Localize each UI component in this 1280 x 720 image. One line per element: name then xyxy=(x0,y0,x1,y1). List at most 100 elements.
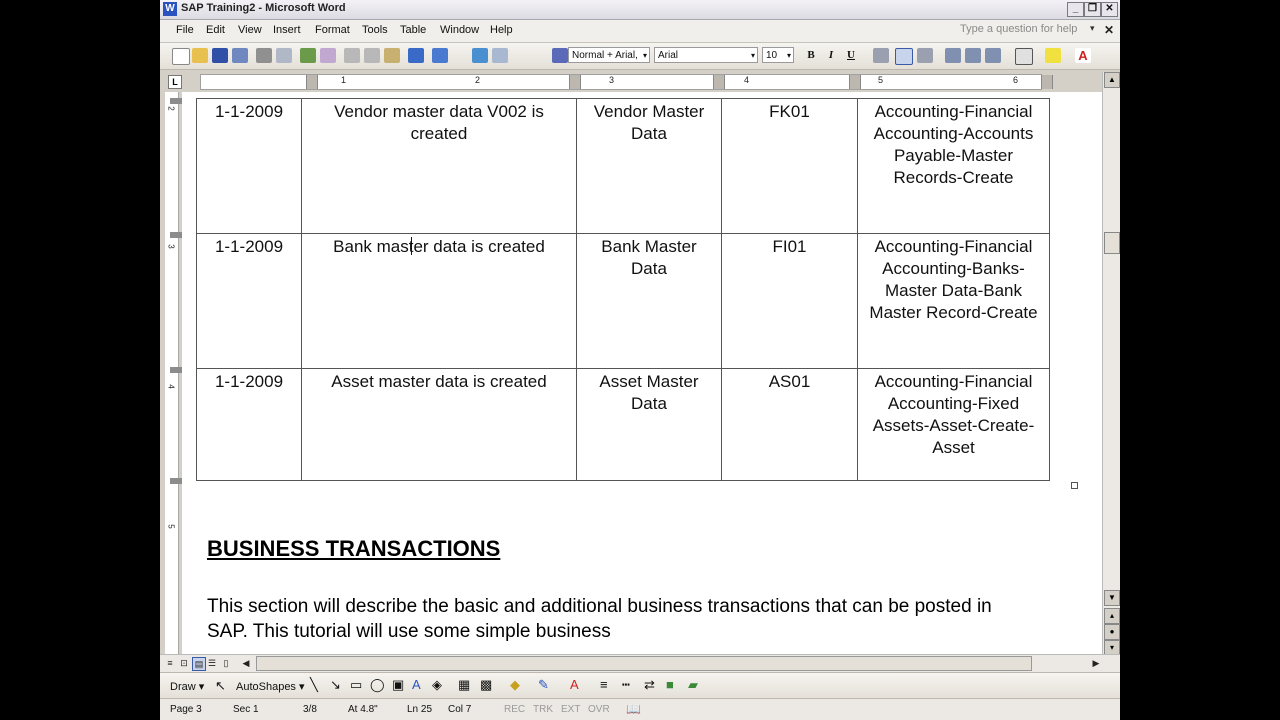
spelling-status-icon[interactable]: 📖 xyxy=(626,702,641,716)
paste-icon[interactable] xyxy=(384,48,400,63)
close-window-button[interactable]: ✕ xyxy=(1101,2,1118,17)
help-search-box[interactable]: Type a question for help ▾ xyxy=(960,23,1100,38)
print-icon[interactable] xyxy=(256,48,272,63)
print-layout-icon[interactable]: ▤ xyxy=(192,657,206,671)
description-cell[interactable]: Asset master data is created xyxy=(301,368,577,481)
outline-view-icon[interactable]: ☰ xyxy=(206,657,218,669)
decrease-indent-icon[interactable] xyxy=(985,48,1001,63)
scroll-down-icon[interactable]: ▼ xyxy=(1104,590,1120,606)
date-cell[interactable]: 1-1-2009 xyxy=(196,368,302,481)
close-document-icon[interactable]: ✕ xyxy=(1104,23,1114,37)
menu-format[interactable]: Format xyxy=(315,24,350,36)
minimize-button[interactable]: _ xyxy=(1067,2,1084,17)
chevron-down-icon[interactable]: ▾ xyxy=(1090,23,1095,34)
line-style-icon[interactable]: ≡ xyxy=(600,677,608,692)
font-color-icon[interactable]: A xyxy=(1075,48,1091,63)
bullets-icon[interactable] xyxy=(965,48,981,63)
font-size-select[interactable]: 10 ▾ xyxy=(762,47,794,63)
web-layout-icon[interactable]: ⊡ xyxy=(178,657,190,669)
styles-icon[interactable] xyxy=(552,48,568,63)
vertical-scrollbar[interactable]: ▲ ▼ ▴ ● ▾ xyxy=(1102,72,1120,656)
reading-layout-icon[interactable]: ▯ xyxy=(220,657,232,669)
save-icon[interactable] xyxy=(212,48,228,63)
draw-menu[interactable]: Draw ▾ xyxy=(170,680,204,693)
description-cell[interactable]: Bank master data is created xyxy=(301,233,577,369)
menu-path-cell[interactable]: Accounting-Financial Accounting-Accounts… xyxy=(857,98,1050,234)
arrow-icon[interactable]: ↘ xyxy=(330,677,341,693)
date-cell[interactable]: 1-1-2009 xyxy=(196,233,302,369)
undo-icon[interactable] xyxy=(432,48,448,63)
new-document-icon[interactable] xyxy=(172,48,190,65)
status-ovr[interactable]: OVR xyxy=(588,704,610,715)
column-marker[interactable] xyxy=(849,75,861,89)
highlight-icon[interactable] xyxy=(1045,48,1061,63)
menu-path-cell[interactable]: Accounting-Financial Accounting-Fixed As… xyxy=(857,368,1050,481)
normal-view-icon[interactable]: ≡ xyxy=(164,657,176,669)
tables-borders-icon[interactable] xyxy=(492,48,508,63)
3d-icon[interactable]: ▰ xyxy=(688,677,698,693)
italic-button[interactable]: I xyxy=(823,48,839,63)
vertical-ruler[interactable]: 2 3 4 5 xyxy=(160,92,183,654)
print-preview-icon[interactable] xyxy=(276,48,292,63)
style-select[interactable]: Normal + Arial, ▾ xyxy=(568,47,650,63)
align-left-icon[interactable] xyxy=(873,48,889,63)
master-data-cell[interactable]: Vendor Master Data xyxy=(576,98,722,234)
menu-view[interactable]: View xyxy=(238,24,262,36)
border-icon[interactable] xyxy=(1015,48,1033,65)
shadow-icon[interactable]: ■ xyxy=(666,677,674,692)
status-ext[interactable]: EXT xyxy=(561,704,580,715)
menu-help[interactable]: Help xyxy=(490,24,513,36)
picture-icon[interactable]: ▩ xyxy=(480,677,492,693)
tcode-cell[interactable]: AS01 xyxy=(721,368,858,481)
cut-icon[interactable] xyxy=(344,48,360,63)
horizontal-scrollbar[interactable]: ≡ ⊡ ▤ ☰ ▯ ◀ ▶ xyxy=(160,654,1120,672)
copy-icon[interactable] xyxy=(364,48,380,63)
diagram-icon[interactable]: ◈ xyxy=(432,677,442,693)
column-marker[interactable] xyxy=(713,75,725,89)
word-app-icon[interactable]: W xyxy=(163,2,177,16)
research-icon[interactable] xyxy=(320,48,336,63)
format-painter-icon[interactable] xyxy=(408,48,424,63)
tcode-cell[interactable]: FI01 xyxy=(721,233,858,369)
column-marker[interactable] xyxy=(1041,75,1053,89)
table-resize-handle[interactable] xyxy=(1071,482,1078,489)
spelling-icon[interactable] xyxy=(300,48,316,63)
line-icon[interactable]: ╲ xyxy=(310,677,318,693)
menu-file[interactable]: File xyxy=(176,24,194,36)
scroll-left-icon[interactable]: ◀ xyxy=(240,657,252,669)
scroll-up-icon[interactable]: ▲ xyxy=(1104,72,1120,88)
autoshapes-menu[interactable]: AutoShapes ▾ xyxy=(236,680,305,693)
scroll-right-icon[interactable]: ▶ xyxy=(1090,657,1102,669)
horizontal-ruler[interactable]: L 1 2 3 4 5 6 xyxy=(160,70,1120,92)
rectangle-icon[interactable]: ▭ xyxy=(350,677,362,693)
master-data-cell[interactable]: Bank Master Data xyxy=(576,233,722,369)
underline-button[interactable]: U xyxy=(843,48,859,63)
status-rec[interactable]: REC xyxy=(504,704,525,715)
menu-tools[interactable]: Tools xyxy=(362,24,388,36)
menu-window[interactable]: Window xyxy=(440,24,479,36)
status-trk[interactable]: TRK xyxy=(533,704,553,715)
restore-button[interactable]: ❐ xyxy=(1084,2,1101,17)
font-color-icon[interactable]: A xyxy=(570,677,579,692)
description-cell[interactable]: Vendor master data V002 is created xyxy=(301,98,577,234)
select-objects-icon[interactable]: ↖ xyxy=(215,678,226,694)
open-folder-icon[interactable] xyxy=(192,48,208,63)
align-right-icon[interactable] xyxy=(917,48,933,63)
permission-icon[interactable] xyxy=(232,48,248,63)
bold-button[interactable]: B xyxy=(803,48,819,63)
numbering-icon[interactable] xyxy=(945,48,961,63)
fill-color-icon[interactable]: ◆ xyxy=(510,677,520,693)
menu-edit[interactable]: Edit xyxy=(206,24,225,36)
tcode-cell[interactable]: FK01 xyxy=(721,98,858,234)
menu-insert[interactable]: Insert xyxy=(273,24,301,36)
column-marker[interactable] xyxy=(569,75,581,89)
wordart-icon[interactable]: A xyxy=(412,677,421,692)
hyperlink-icon[interactable] xyxy=(472,48,488,63)
tab-selector-icon[interactable]: L xyxy=(168,75,182,89)
dash-style-icon[interactable]: ┅ xyxy=(622,677,630,693)
arrow-style-icon[interactable]: ⇄ xyxy=(644,677,655,693)
align-center-icon[interactable] xyxy=(895,48,913,65)
font-select[interactable]: Arial ▾ xyxy=(654,47,758,63)
h-scroll-thumb[interactable] xyxy=(256,656,1032,671)
scroll-thumb[interactable] xyxy=(1104,232,1120,254)
